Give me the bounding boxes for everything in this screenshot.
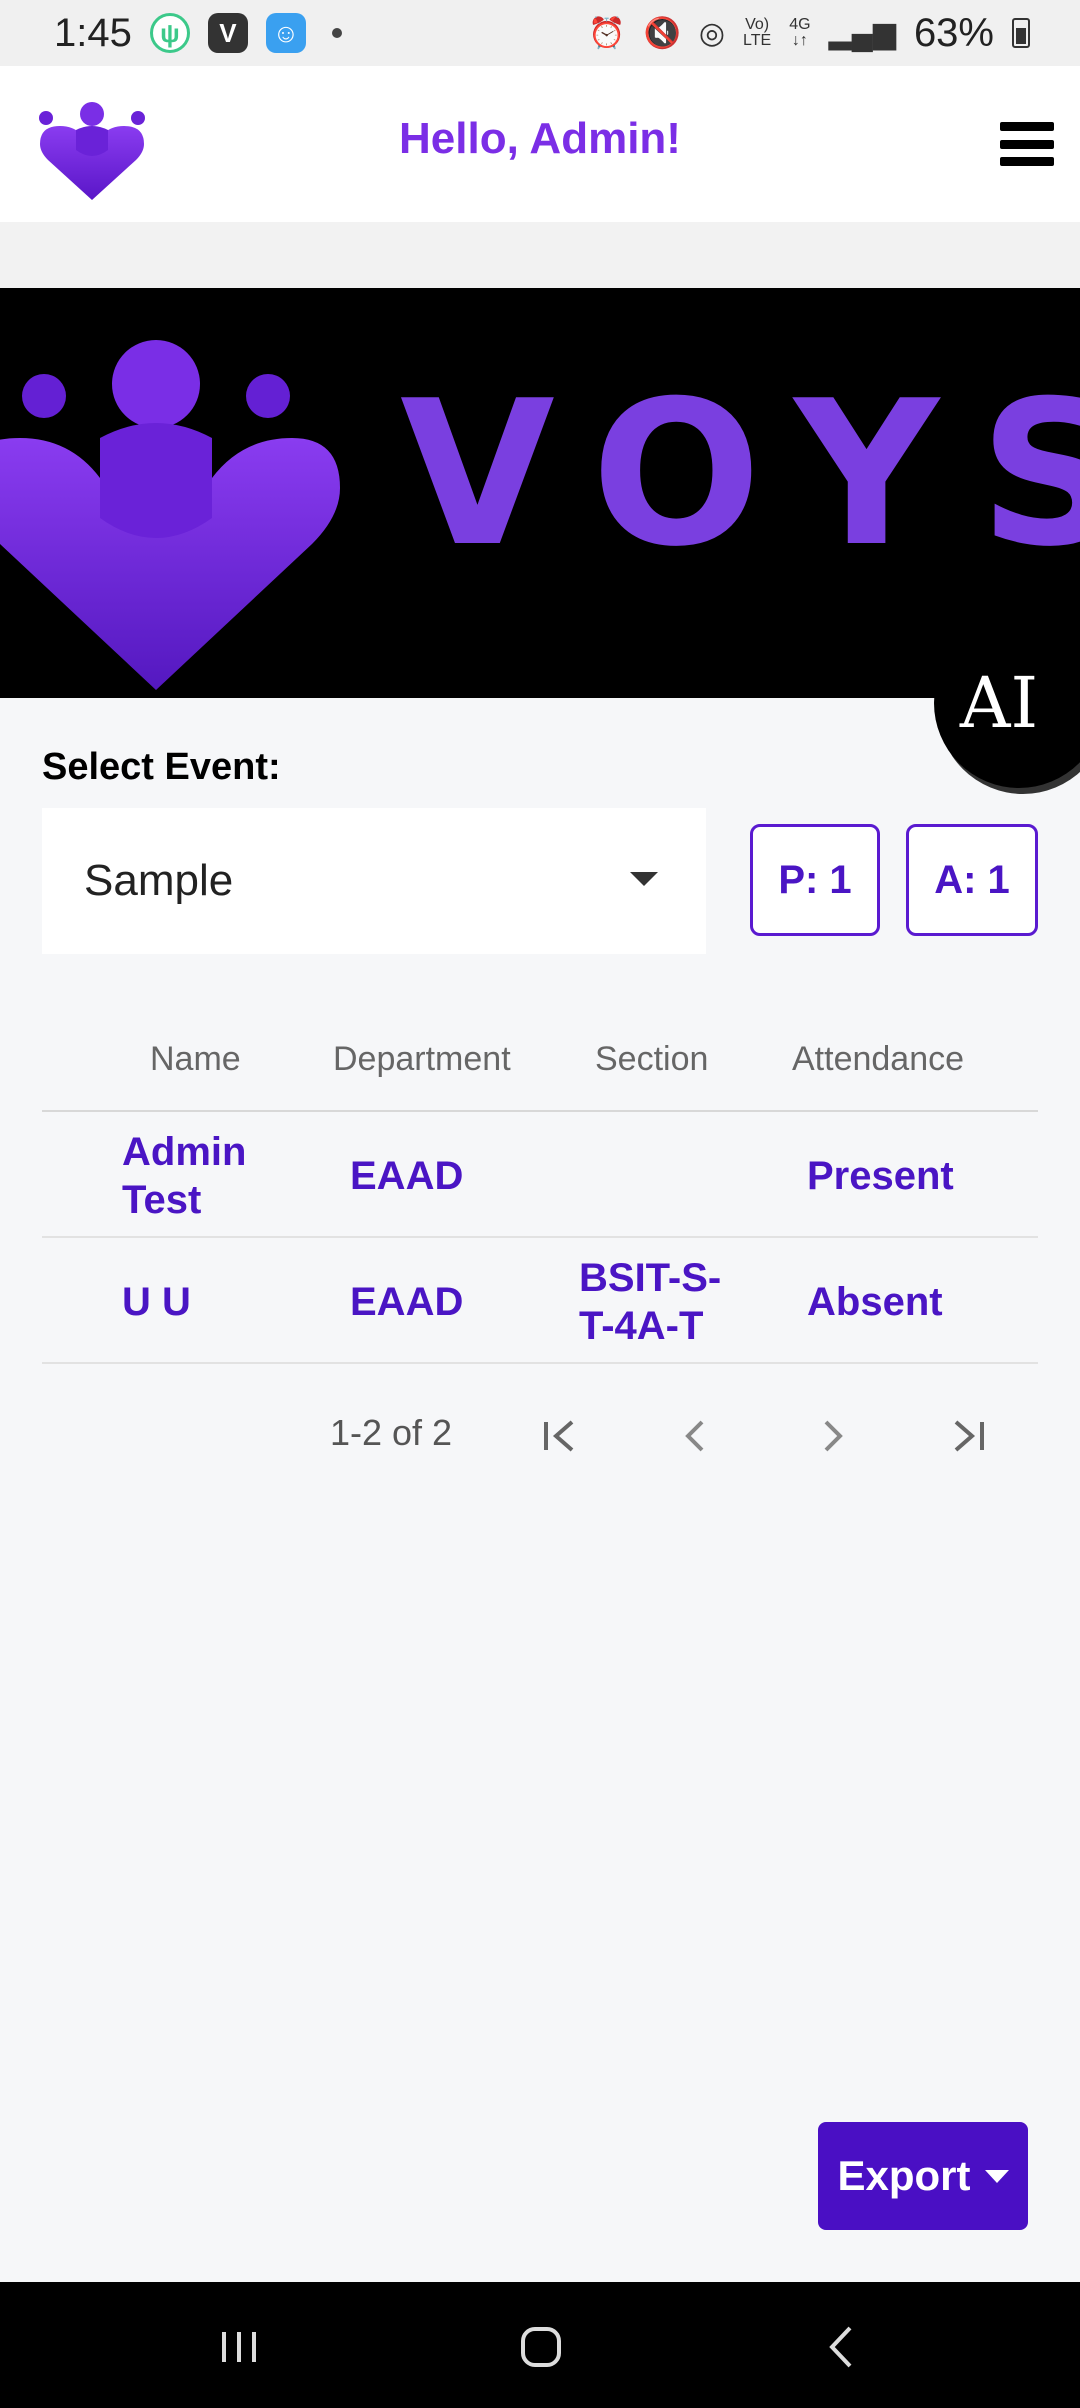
cell-department: EAAD [350, 1280, 464, 1324]
status-bar-right: ⏰ 🔇 ◎ Vo) LTE 4G ↓↑ ▂▄▆ 63% [588, 11, 1030, 56]
select-event-label: Select Event: [42, 746, 281, 788]
cell-attendance: Absent [807, 1280, 943, 1324]
restaurant-app-icon: ψ [149, 13, 190, 53]
battery-icon [1012, 18, 1030, 48]
volte-icon: Vo) LTE [743, 16, 772, 49]
cell-name: Admin Test [122, 1130, 247, 1222]
table-row[interactable]: Admin Test EAAD Present [42, 1112, 1038, 1238]
app-header: Hello, Admin! [0, 66, 1080, 222]
back-icon[interactable] [818, 2322, 868, 2372]
v-app-icon: V [207, 13, 248, 53]
table-header: Name Department Section Attendance [42, 1016, 1038, 1112]
table-pagination: 1-2 of 2 [0, 1406, 1080, 1466]
signal-icon: ▂▄▆ [828, 16, 896, 50]
first-page-icon[interactable] [540, 1416, 580, 1456]
voys-banner-logo-icon [0, 340, 340, 690]
brand-wordmark: VOYS [400, 358, 1080, 591]
export-label: Export [837, 2152, 971, 2199]
hamburger-menu-icon[interactable] [1000, 122, 1054, 166]
recent-apps-icon[interactable] [214, 2322, 264, 2372]
battery-percent: 63% [913, 10, 994, 55]
notification-dot-icon [331, 28, 342, 38]
last-page-icon[interactable] [948, 1416, 988, 1456]
column-header-attendance[interactable]: Attendance [792, 1040, 964, 1079]
absent-count-button[interactable]: A: 1 [906, 824, 1038, 936]
header-spacer [0, 222, 1080, 288]
next-page-icon[interactable] [812, 1416, 852, 1456]
caret-down-icon [984, 2169, 1009, 2183]
home-icon[interactable] [516, 2322, 566, 2372]
greeting-title: Hello, Admin! [399, 114, 681, 163]
event-select-dropdown[interactable]: Sample [42, 808, 706, 954]
column-header-section[interactable]: Section [595, 1040, 708, 1079]
previous-page-icon[interactable] [676, 1416, 716, 1456]
cell-department: EAAD [350, 1154, 464, 1198]
present-count-button[interactable]: P: 1 [750, 824, 880, 936]
cell-name: U U [122, 1280, 191, 1324]
bot-app-icon: ☺ [265, 13, 306, 53]
status-bar-left: 1:45 ψ V ☺ [54, 11, 342, 56]
export-button[interactable]: Export [818, 2122, 1028, 2230]
column-header-name[interactable]: Name [150, 1040, 241, 1079]
cell-attendance: Present [807, 1154, 954, 1198]
cell-section: BSIT-S-T-4A-T [579, 1256, 722, 1348]
alarm-icon: ⏰ [588, 16, 626, 50]
page-range-text: 1-2 of 2 [330, 1412, 453, 1453]
status-bar: 1:45 ψ V ☺ ⏰ 🔇 ◎ Vo) LTE 4G ↓↑ ▂▄▆ 63% [0, 0, 1080, 66]
column-header-department[interactable]: Department [333, 1040, 511, 1079]
table-row[interactable]: U U EAAD BSIT-S-T-4A-T Absent [42, 1238, 1038, 1364]
clock: 1:45 [54, 10, 132, 55]
brand-banner: VOYS [0, 288, 1080, 698]
4g-icon: 4G ↓↑ [789, 16, 811, 49]
mute-icon: 🔇 [643, 16, 681, 50]
attendance-table: Name Department Section Attendance Admin… [42, 1016, 1038, 1364]
event-select-value: Sample [84, 856, 234, 905]
caret-down-icon [630, 872, 658, 886]
hotspot-icon: ◎ [698, 16, 726, 50]
system-nav-bar [0, 2282, 1080, 2408]
